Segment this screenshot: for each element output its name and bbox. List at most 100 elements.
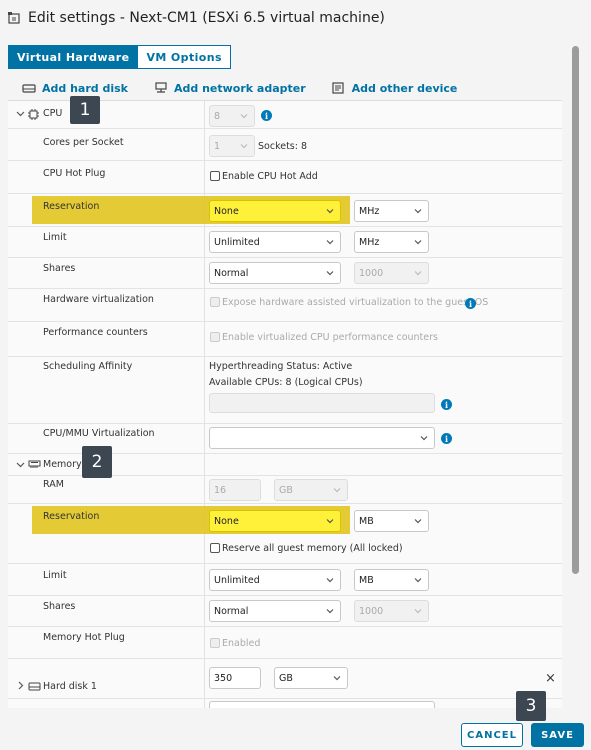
hardware-list: CPU 8 i Cores per Socket 1 Sockets: 8 CP… <box>8 100 562 708</box>
cpu-count-value: 8 <box>214 110 221 122</box>
chevron-down-icon <box>326 609 334 614</box>
step-badge-3: 3 <box>516 691 546 721</box>
add-other-device-button[interactable]: Add other device <box>332 81 458 95</box>
performance-counters-label: Performance counters <box>43 327 148 338</box>
chevron-down-icon <box>326 240 334 245</box>
tab-vm-options[interactable]: VM Options <box>138 45 231 69</box>
cpu-reservation-row: Reservation None MHz <box>8 194 562 227</box>
ram-label: RAM <box>43 479 64 490</box>
memory-limit-row: Limit Unlimited MB <box>8 564 562 596</box>
tab-virtual-hardware[interactable]: Virtual Hardware <box>8 45 139 69</box>
memory-shares-select[interactable]: Normal <box>209 600 341 622</box>
cpu-reservation-select[interactable]: None <box>209 200 341 222</box>
cancel-button[interactable]: CANCEL <box>461 723 523 747</box>
cpu-mmu-virtualization-label: CPU/MMU Virtualization <box>43 428 155 439</box>
ram-row: RAM 16 GB <box>8 476 562 504</box>
add-network-adapter-label: Add network adapter <box>173 81 306 95</box>
add-network-adapter-button[interactable]: Add network adapter <box>154 82 306 95</box>
info-icon[interactable]: i <box>441 433 452 444</box>
ram-unit-select[interactable]: GB <box>274 479 348 501</box>
memory-reservation-value: None <box>214 515 239 527</box>
memory-reservation-unit-select[interactable]: MB <box>354 510 429 532</box>
memory-limit-unit-select[interactable]: MB <box>354 569 429 591</box>
scheduling-affinity-input[interactable] <box>209 393 435 413</box>
chevron-down-icon <box>326 271 334 276</box>
ram-unit: GB <box>279 484 293 496</box>
chevron-down-icon <box>420 436 428 441</box>
cpu-hot-plug-row: CPU Hot Plug Enable CPU Hot Add <box>8 161 562 194</box>
cpu-mmu-virtualization-select[interactable] <box>209 427 435 449</box>
hard-disk-size-input[interactable]: 350 <box>209 667 261 689</box>
memory-limit-label: Limit <box>43 570 67 581</box>
tab-bar: Virtual Hardware VM Options <box>8 45 231 69</box>
reserve-all-memory-text: Reserve all guest memory (All locked) <box>222 543 403 554</box>
memory-limit-value: Unlimited <box>214 574 260 586</box>
remove-hard-disk-button[interactable]: × <box>545 671 556 686</box>
cpu-limit-row: Limit Unlimited MHz <box>8 227 562 258</box>
cpu-hot-add-checkbox[interactable] <box>210 171 220 181</box>
device-toolbar: Add hard disk Add network adapter Add ot… <box>22 80 483 96</box>
vm-settings-icon <box>6 10 22 26</box>
chevron-down-icon <box>414 578 422 583</box>
ram-input[interactable]: 16 <box>209 479 261 501</box>
save-button[interactable]: SAVE <box>531 723 584 747</box>
info-icon[interactable]: i <box>441 399 452 410</box>
chevron-down-icon <box>333 676 341 681</box>
scrollbar[interactable] <box>572 46 579 574</box>
chevron-right-icon[interactable] <box>16 681 25 690</box>
chevron-down-icon <box>414 519 422 524</box>
cpu-icon <box>28 109 39 120</box>
memory-reservation-select[interactable]: None <box>209 510 341 532</box>
performance-counters-checkbox[interactable] <box>210 332 220 342</box>
cpu-shares-amount: 1000 <box>359 267 384 279</box>
memory-shares-amount-select[interactable]: 1000 <box>354 600 429 622</box>
hard-disk-row: Hard disk 1 350 GB × <box>8 659 562 699</box>
edit-settings-dialog: Edit settings - Next-CM1 (ESXi 6.5 virtu… <box>0 0 591 750</box>
cpu-limit-unit-select[interactable]: MHz <box>354 231 429 253</box>
cpu-reservation-label: Reservation <box>43 201 100 212</box>
chevron-down-icon[interactable] <box>16 460 25 469</box>
memory-reservation-label: Reservation <box>43 511 100 522</box>
memory-hot-plug-text: Enabled <box>222 638 261 649</box>
hard-disk-next-field[interactable] <box>209 701 435 708</box>
cpu-shares-label: Shares <box>43 263 76 274</box>
reserve-all-memory-checkbox[interactable] <box>210 543 220 553</box>
chevron-down-icon <box>414 271 422 276</box>
dialog-title: Edit settings - Next-CM1 (ESXi 6.5 virtu… <box>28 10 385 26</box>
memory-label: Memory <box>43 459 82 470</box>
scheduling-affinity-label: Scheduling Affinity <box>43 361 133 372</box>
cpu-count-select[interactable]: 8 <box>209 105 255 127</box>
memory-shares-amount: 1000 <box>359 605 384 617</box>
hardware-virtualization-checkbox[interactable] <box>210 297 220 307</box>
hard-disk-icon <box>22 82 36 94</box>
hard-disk-unit: GB <box>279 672 293 684</box>
add-other-device-label: Add other device <box>351 81 458 95</box>
scheduling-affinity-row: Scheduling Affinity Hyperthreading Statu… <box>8 357 562 424</box>
cpu-limit-select[interactable]: Unlimited <box>209 231 341 253</box>
memory-shares-label: Shares <box>43 601 76 612</box>
cpu-reservation-unit-select[interactable]: MHz <box>354 200 429 222</box>
chevron-down-icon <box>326 519 334 524</box>
cpu-shares-select[interactable]: Normal <box>209 262 341 284</box>
cpu-limit-value: Unlimited <box>214 236 260 248</box>
info-icon[interactable]: i <box>465 298 476 309</box>
cores-per-socket-select[interactable]: 1 <box>209 135 255 157</box>
memory-limit-unit: MB <box>359 574 374 586</box>
memory-reservation-unit: MB <box>359 515 374 527</box>
add-hard-disk-label: Add hard disk <box>42 81 128 95</box>
cpu-limit-label: Limit <box>43 232 67 243</box>
info-icon[interactable]: i <box>261 110 272 121</box>
add-hard-disk-button[interactable]: Add hard disk <box>22 82 128 95</box>
chevron-down-icon <box>414 240 422 245</box>
chevron-down-icon <box>240 144 248 149</box>
memory-icon <box>28 460 41 468</box>
hard-disk-label: Hard disk 1 <box>43 681 97 692</box>
chevron-down-icon[interactable] <box>16 109 25 118</box>
chevron-down-icon <box>414 209 422 214</box>
memory-hot-plug-checkbox[interactable] <box>210 638 220 648</box>
cpu-label: CPU <box>43 108 63 119</box>
cpu-shares-amount-select[interactable]: 1000 <box>354 262 429 284</box>
memory-reservation-row: Reservation None MB Reserve all guest me… <box>8 504 562 564</box>
memory-limit-select[interactable]: Unlimited <box>209 569 341 591</box>
hard-disk-unit-select[interactable]: GB <box>274 667 348 689</box>
